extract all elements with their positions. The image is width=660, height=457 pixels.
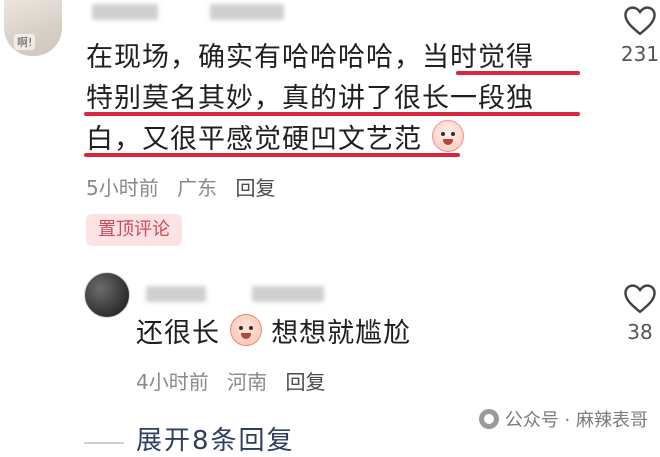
like-button[interactable]: 38 (610, 282, 660, 344)
expand-replies-button[interactable]: 展开8条回复 (136, 420, 295, 457)
red-underline (84, 112, 580, 116)
cry-laugh-emoji (431, 120, 464, 152)
username-redacted (92, 4, 158, 20)
avatar-label: 啊! (14, 34, 36, 50)
wechat-logo-icon (478, 409, 499, 429)
comment-text-segment: 还很长 (136, 318, 220, 349)
comment-meta: 4小时前 河南 回复 (136, 366, 337, 395)
comment-time: 4小时前 (136, 370, 209, 394)
like-count: 231 (620, 42, 660, 66)
comment-time: 5小时前 (86, 176, 159, 200)
red-underline (84, 153, 460, 157)
like-button[interactable]: 231 (610, 4, 660, 66)
comment-meta: 5小时前 广东 回复 (86, 172, 287, 201)
reply-button[interactable]: 回复 (285, 370, 325, 394)
username-redacted (210, 4, 284, 20)
watermark-text: 公众号 · 麻辣表哥 (504, 410, 648, 431)
reply-button[interactable]: 回复 (235, 176, 275, 200)
red-underline (456, 71, 580, 75)
watermark: 公众号 · 麻辣表哥 (478, 406, 648, 432)
avatar[interactable] (84, 272, 130, 318)
username-redacted (146, 286, 206, 302)
comment-text-segment: 白，又很平感觉硬凹文艺范 (86, 124, 422, 155)
comment-text-segment: 想想就尴尬 (271, 318, 412, 349)
pinned-comment-badge: 置顶评论 (86, 214, 182, 246)
avatar[interactable]: 啊! (4, 0, 62, 56)
comment-location: 河南 (227, 370, 268, 394)
divider (84, 442, 124, 444)
comment-text-line: 还很长 想想就尴尬 (136, 314, 411, 353)
username-redacted (252, 286, 324, 302)
like-count: 38 (627, 320, 653, 344)
sweat-pig-emoji (229, 314, 262, 346)
heart-icon (624, 284, 656, 314)
heart-icon (624, 6, 656, 36)
comment-location: 广东 (177, 176, 218, 200)
